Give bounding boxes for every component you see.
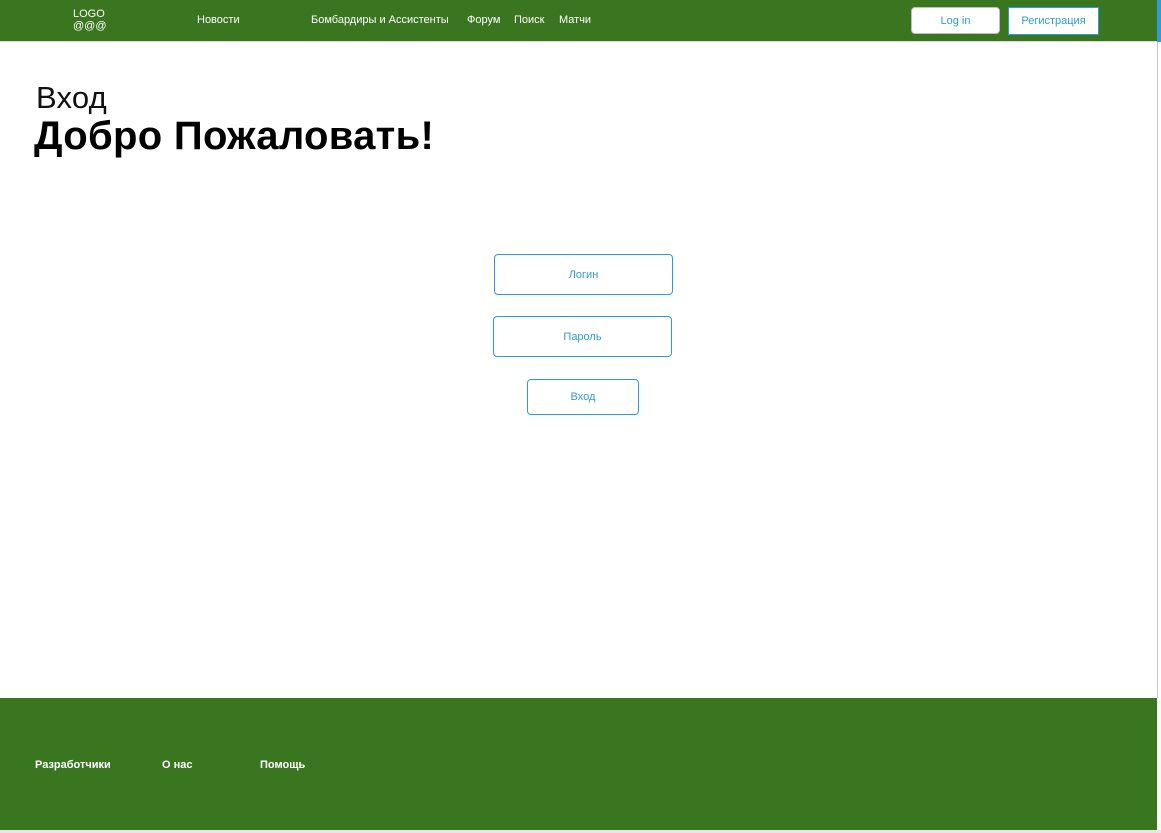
footer-link-developers[interactable]: Разработчики: [35, 759, 111, 771]
footer: Разработчики О нас Помощь: [0, 698, 1157, 830]
page-subtitle: Вход: [36, 80, 107, 115]
login-input[interactable]: [494, 254, 673, 295]
password-input[interactable]: [493, 316, 672, 357]
scrollbar[interactable]: [1157, 0, 1161, 42]
site-logo[interactable]: LOGO @@@: [73, 8, 113, 32]
footer-link-about[interactable]: О нас: [162, 759, 193, 771]
footer-link-help[interactable]: Помощь: [260, 759, 305, 771]
nav-link-news[interactable]: Новости: [197, 14, 240, 26]
nav-link-matches[interactable]: Матчи: [559, 14, 591, 26]
page: LOGO @@@ Новости Бомбардиры и Ассистенты…: [0, 0, 1161, 833]
top-navbar: LOGO @@@ Новости Бомбардиры и Ассистенты…: [0, 0, 1157, 42]
page-edge-divider: [1157, 42, 1158, 698]
register-button[interactable]: Регистрация: [1008, 7, 1099, 35]
logo-text: LOGO: [73, 8, 105, 20]
submit-login-button[interactable]: Вход: [527, 379, 639, 415]
logo-symbols: @@@: [73, 20, 107, 32]
nav-link-scorers[interactable]: Бомбардиры и Ассистенты: [311, 14, 449, 26]
nav-link-forum[interactable]: Форум: [467, 14, 500, 26]
nav-link-search[interactable]: Поиск: [514, 14, 544, 26]
login-button[interactable]: Log in: [911, 7, 1000, 34]
page-title: Добро Пожаловать!: [34, 114, 435, 158]
